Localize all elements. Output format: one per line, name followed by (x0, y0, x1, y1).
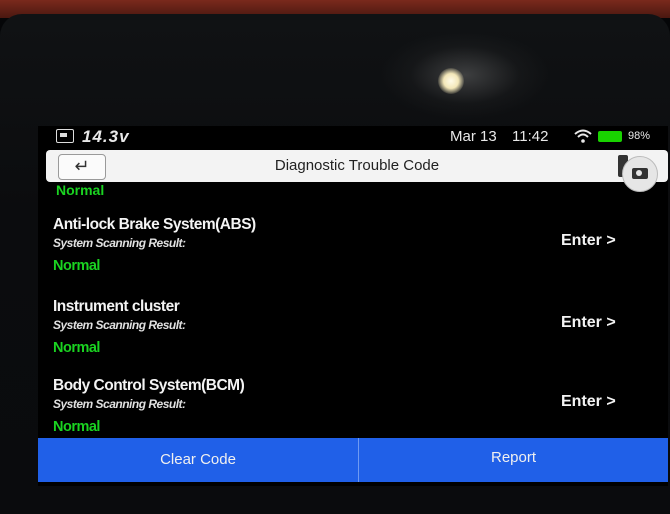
scan-result-label: System Scanning Result: (53, 318, 186, 332)
page-title: Diagnostic Trouble Code (274, 157, 440, 174)
report-button[interactable]: Report (359, 438, 668, 482)
status-time: 11:42 (512, 128, 549, 145)
system-name: Anti-lock Brake System(ABS) (53, 216, 256, 233)
clear-code-button[interactable]: Clear Code (38, 438, 358, 482)
enter-button[interactable]: Enter > (561, 314, 616, 332)
battery-voltage: 14.3v (82, 127, 130, 146)
system-result-list: Normal Anti-lock Brake System(ABS) Syste… (38, 182, 668, 438)
wifi-icon (574, 129, 592, 143)
car-battery-icon (56, 129, 74, 143)
system-name: Body Control System(BCM) (53, 377, 245, 394)
light-glare (380, 30, 550, 120)
camera-icon (632, 168, 648, 179)
scan-result-label: System Scanning Result: (53, 397, 186, 411)
battery-percent: 98% (628, 130, 651, 142)
partial-status-normal: Normal (56, 182, 105, 198)
list-item-abs[interactable]: Anti-lock Brake System(ABS) System Scann… (38, 216, 668, 290)
enter-button[interactable]: Enter > (561, 232, 616, 250)
scan-status: Normal (53, 258, 100, 274)
light-reflection (438, 68, 464, 94)
system-name: Instrument cluster (53, 298, 180, 315)
device-screen: 14.3v Mar 13 11:42 98% ↵ Diagnostic Trou… (38, 126, 668, 486)
enter-button[interactable]: Enter > (561, 393, 616, 411)
status-bar: 14.3v Mar 13 11:42 98% (38, 126, 668, 148)
title-bar: ↵ Diagnostic Trouble Code (46, 150, 668, 182)
scan-status: Normal (53, 419, 100, 435)
list-item-instrument-cluster[interactable]: Instrument cluster System Scanning Resul… (38, 298, 668, 372)
status-date: Mar 13 (450, 128, 497, 145)
action-bar: Clear Code Report (38, 438, 668, 482)
battery-icon (598, 131, 622, 142)
scan-status: Normal (53, 340, 100, 356)
scan-result-label: System Scanning Result: (53, 236, 186, 250)
